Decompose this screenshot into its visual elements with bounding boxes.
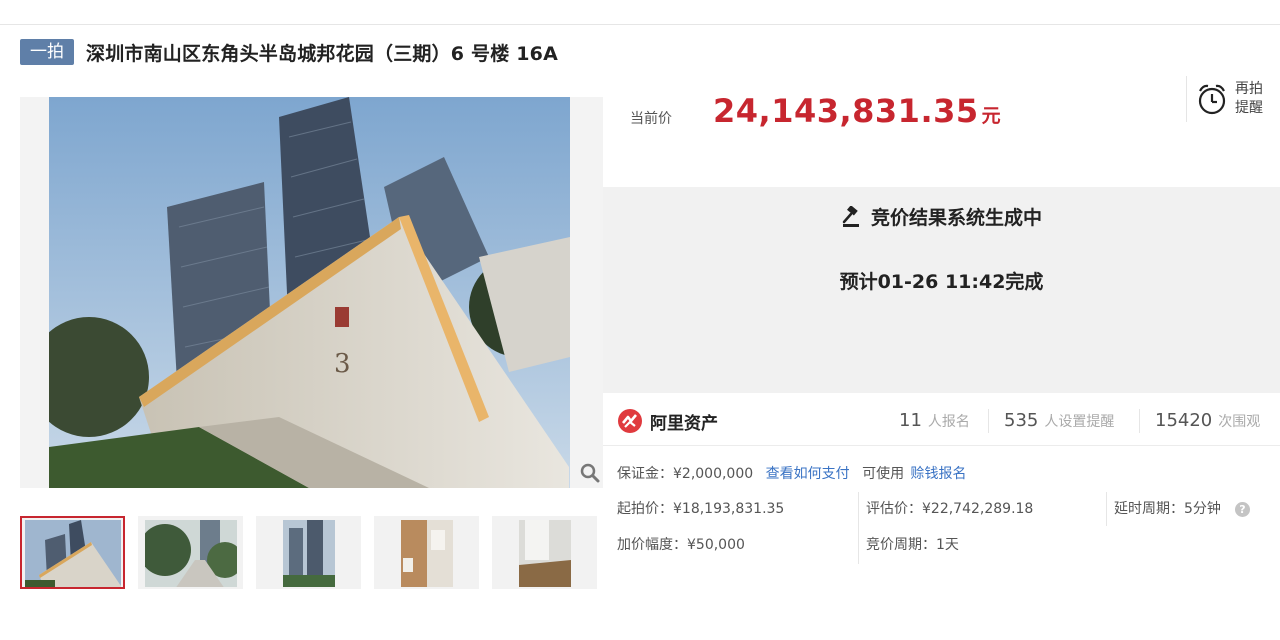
status-line1: 竞价结果系统生成中	[870, 207, 1042, 229]
delay-period: 延时周期：5分钟	[1114, 501, 1221, 517]
status-heading: 竞价结果系统生成中	[603, 203, 1280, 230]
stats-row: 阿里资产 11 人报名 535 人设置提醒 15420 次围观	[603, 398, 1280, 446]
thumb-building-exterior[interactable]	[20, 516, 125, 589]
signups-label: 人报名	[927, 414, 970, 430]
stat-divider	[1139, 409, 1140, 433]
brand-name: 阿里资产	[650, 413, 718, 434]
appraisal-price: 评估价：¥22,742,289.18	[866, 501, 1034, 517]
thumb-image	[24, 520, 121, 587]
price-area: 当前价 24,143,831.35 元 再拍 提醒	[603, 72, 1280, 187]
delay-row: 延时周期：5分钟?	[1114, 498, 1250, 518]
page-title: 深圳市南山区东角头半岛城邦花园（三期）6 号楼 16A	[86, 42, 558, 65]
zoom-button[interactable]	[576, 459, 604, 487]
views-stat: 15420 次围观	[1155, 410, 1260, 431]
thumb-towers[interactable]	[256, 516, 361, 589]
reminders-stat: 535 人设置提醒	[1004, 410, 1114, 431]
column-divider	[1106, 492, 1107, 526]
auction-status-box: 竞价结果系统生成中 预计01-26 11:42完成	[603, 187, 1280, 393]
auction-round-badge: 一拍	[20, 39, 74, 65]
gavel-icon	[842, 205, 859, 227]
bidding-cycle: 竞价周期：1天	[866, 537, 959, 553]
thumb-image	[282, 520, 335, 587]
main-photo[interactable]: 3	[20, 97, 603, 488]
top-divider	[0, 24, 1280, 25]
views-count: 15420	[1155, 410, 1213, 431]
current-price-label: 当前价	[630, 111, 672, 127]
reminders-label: 人设置提醒	[1044, 414, 1115, 430]
stat-divider	[988, 409, 989, 433]
alarm-clock-icon	[1198, 84, 1226, 115]
thumb-door[interactable]	[374, 516, 479, 589]
thumb-image	[518, 520, 571, 587]
building-photo-illustration: 3	[49, 97, 570, 488]
remind-label: 再拍 提醒	[1235, 80, 1263, 118]
signups-stat: 11 人报名	[899, 410, 970, 431]
thumb-room[interactable]	[492, 516, 597, 589]
credit-signup-link[interactable]: 赊钱报名	[911, 466, 967, 482]
thumb-image	[400, 520, 453, 587]
remind-line2: 提醒	[1235, 100, 1263, 116]
thumbnail-strip	[20, 516, 610, 589]
views-label: 次围观	[1218, 414, 1261, 430]
magnifier-icon	[580, 463, 600, 483]
title-row: 一拍 深圳市南山区东角头半岛城邦花园（三期）6 号楼 16A	[20, 38, 558, 66]
deposit-row: 保证金：¥2,000,000 查看如何支付 可使用 赊钱报名	[617, 463, 967, 483]
deposit-text: 保证金：¥2,000,000	[617, 466, 754, 482]
remind-line1: 再拍	[1235, 81, 1263, 97]
increment: 加价幅度：¥50,000	[617, 537, 745, 553]
signups-count: 11	[899, 410, 922, 431]
thumb-garden-path[interactable]	[138, 516, 243, 589]
start-price: 起拍价：¥18,193,831.35	[617, 501, 785, 517]
brand: 阿里资产	[617, 408, 718, 434]
reminders-count: 535	[1004, 410, 1039, 431]
status-line2: 预计01-26 11:42完成	[839, 271, 1044, 293]
ali-assets-logo-icon	[618, 409, 642, 433]
remind-button[interactable]: 再拍 提醒	[1186, 76, 1263, 122]
thumb-image	[144, 520, 237, 587]
column-divider	[858, 492, 859, 564]
can-use-text: 可使用	[862, 466, 905, 482]
help-icon[interactable]: ?	[1234, 501, 1250, 517]
current-price: 24,143,831.35 元	[713, 92, 1001, 130]
svg-text:3: 3	[334, 349, 351, 379]
current-price-value: 24,143,831.35	[713, 92, 979, 130]
current-price-unit: 元	[981, 105, 1002, 127]
how-to-pay-link[interactable]: 查看如何支付	[766, 466, 850, 482]
